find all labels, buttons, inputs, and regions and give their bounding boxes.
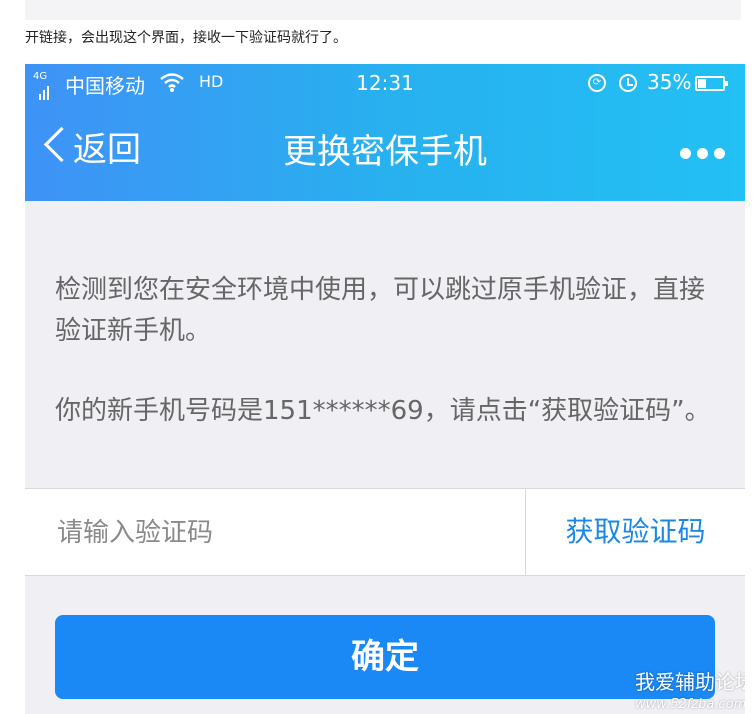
status-bar: 4G 中国移动 HD 12:31 ⟳ 35% xyxy=(25,64,745,102)
verification-code-row: 获取验证码 xyxy=(25,488,745,576)
phone-screen: 4G 中国移动 HD 12:31 ⟳ 35% 返回 更换密保手机 检测到您在安全… xyxy=(25,64,745,714)
security-info-text: 检测到您在安全环境中使用，可以跳过原手机验证，直接验证新手机。 xyxy=(55,275,706,346)
verification-code-input[interactable] xyxy=(55,509,519,557)
more-dots-icon[interactable] xyxy=(680,144,731,159)
app-header: 4G 中国移动 HD 12:31 ⟳ 35% 返回 更换密保手机 xyxy=(25,64,745,201)
watermark-url: www.52fzba.com xyxy=(635,697,745,712)
battery-icon xyxy=(695,76,728,91)
phone-number-info-text: 你的新手机号码是151******69，请点击“获取验证码”。 xyxy=(55,396,711,426)
alarm-icon xyxy=(619,74,637,92)
rotation-lock-icon: ⟳ xyxy=(588,74,606,92)
battery-percent: 35% xyxy=(647,70,692,94)
get-code-button[interactable]: 获取验证码 xyxy=(526,489,745,575)
watermark-title: 我爱辅助论坛 xyxy=(635,670,745,694)
battery-fill xyxy=(698,79,707,88)
top-strip xyxy=(25,0,741,20)
nav-bar: 返回 更换密保手机 xyxy=(25,102,745,201)
page-title: 更换密保手机 xyxy=(283,132,487,172)
watermark: 我爱辅助论坛 www.52fzba.com xyxy=(635,666,745,712)
article-caption: 开链接，会出现这个界面，接收一下验证码就行了。 xyxy=(25,30,347,46)
confirm-button[interactable]: 确定 xyxy=(55,615,715,699)
status-time: 12:31 xyxy=(356,71,414,95)
